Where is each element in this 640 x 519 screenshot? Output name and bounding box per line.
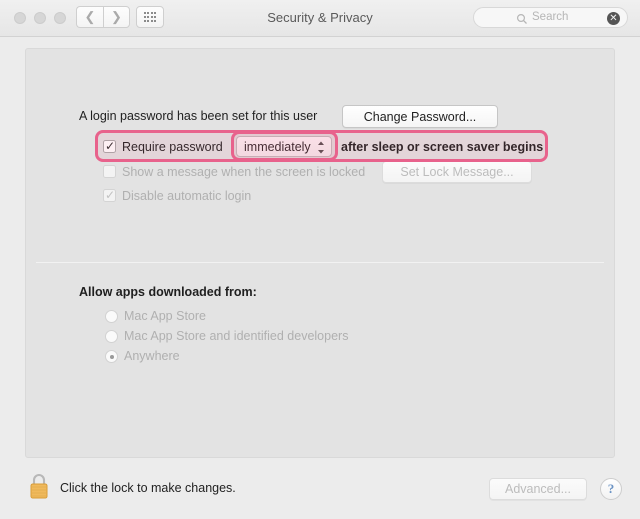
magnifier-icon — [516, 12, 528, 24]
show-lock-message-label: Show a message when the screen is locked — [122, 165, 366, 179]
advanced-button[interactable]: Advanced... — [489, 478, 587, 500]
login-password-status-label: A login password has been set for this u… — [79, 109, 318, 123]
allow-apps-heading: Allow apps downloaded from: — [79, 285, 257, 299]
disable-automatic-login-checkbox[interactable]: ✓ — [103, 188, 116, 202]
checkmark-icon: ✓ — [105, 188, 116, 202]
radio-anywhere[interactable] — [105, 350, 118, 363]
radio-identified-developers-label: Mac App Store and identified developers — [124, 329, 349, 343]
radio-mac-app-store-and-identified-developers[interactable] — [105, 330, 118, 343]
section-divider — [36, 262, 604, 263]
search-field[interactable]: Search ✕ — [473, 7, 628, 28]
radio-selected-dot — [109, 354, 114, 359]
show-lock-message-checkbox[interactable] — [103, 165, 116, 178]
radio-mac-app-store-label: Mac App Store — [124, 309, 206, 323]
padlock-closed-icon[interactable] — [26, 471, 52, 501]
delay-popup-highlight — [231, 131, 338, 161]
clear-circle-icon[interactable]: ✕ — [607, 12, 620, 25]
question-mark-icon[interactable]: ? — [600, 478, 622, 500]
search-placeholder-text: Search — [532, 11, 569, 23]
window-titlebar: ❮ ❯ Security & Privacy Search ✕ — [0, 0, 640, 37]
set-lock-message-button[interactable]: Set Lock Message... — [382, 161, 532, 183]
security-privacy-window: ❮ ❯ Security & Privacy Search ✕ A login … — [0, 0, 640, 519]
lock-instruction-label: Click the lock to make changes. — [60, 481, 236, 495]
change-password-button[interactable]: Change Password... — [342, 105, 498, 128]
radio-anywhere-label: Anywhere — [124, 349, 180, 363]
disable-automatic-login-label: Disable automatic login — [122, 189, 252, 203]
radio-mac-app-store[interactable] — [105, 310, 118, 323]
